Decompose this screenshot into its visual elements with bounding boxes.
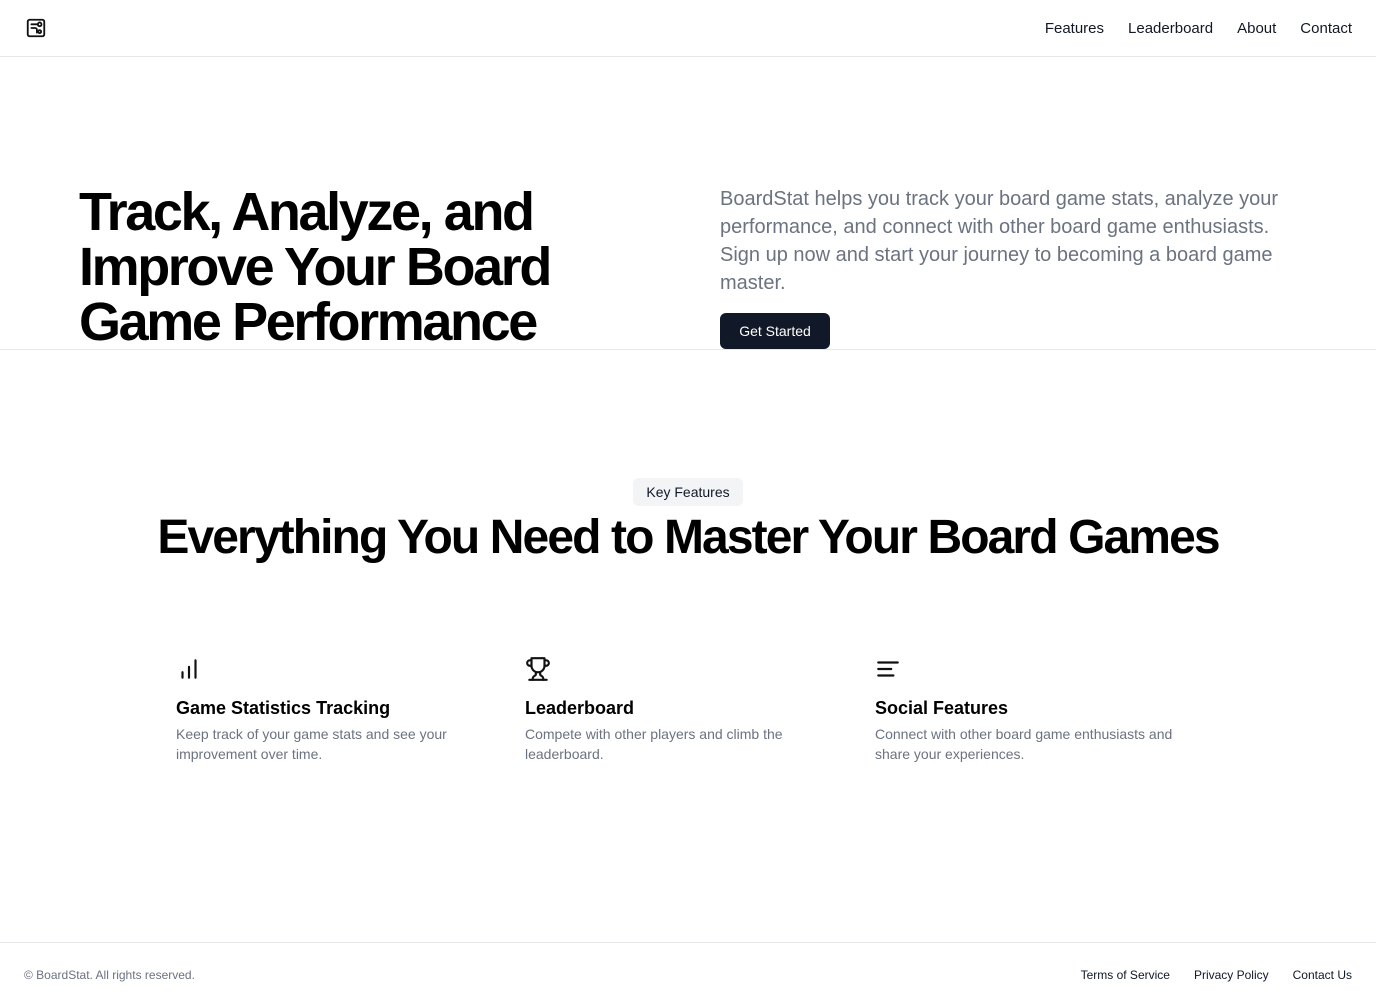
get-started-button[interactable]: Get Started bbox=[720, 313, 830, 349]
nav-link-features[interactable]: Features bbox=[1045, 20, 1104, 37]
hero-description: BoardStat helps you track your board gam… bbox=[720, 188, 1279, 294]
features-title: Everything You Need to Master Your Board… bbox=[157, 511, 1220, 564]
footer-link-terms[interactable]: Terms of Service bbox=[1081, 968, 1170, 982]
footer-link-privacy[interactable]: Privacy Policy bbox=[1194, 968, 1269, 982]
feature-description: Keep track of your game stats and see yo… bbox=[176, 726, 447, 762]
nav-link-leaderboard[interactable]: Leaderboard bbox=[1128, 20, 1213, 37]
feature-card-statistics: Game Statistics Tracking Keep track of y… bbox=[176, 656, 496, 764]
feature-description: Compete with other players and climb the… bbox=[525, 726, 783, 762]
copyright-text: © BoardStat. All rights reserved. bbox=[24, 968, 195, 982]
site-footer: © BoardStat. All rights reserved. Terms … bbox=[0, 942, 1376, 1007]
footer-link-contact[interactable]: Contact Us bbox=[1293, 968, 1352, 982]
main-nav: Features Leaderboard About Contact bbox=[1045, 20, 1352, 37]
text-lines-icon bbox=[877, 661, 899, 677]
trophy-icon bbox=[526, 657, 550, 681]
nav-link-contact[interactable]: Contact bbox=[1300, 20, 1352, 37]
feature-description: Connect with other board game enthusiast… bbox=[875, 726, 1173, 762]
hero-title: Track, Analyze, and Improve Your Board G… bbox=[79, 182, 552, 352]
site-header: Features Leaderboard About Contact bbox=[0, 0, 1376, 57]
feature-title: Leaderboard bbox=[525, 698, 635, 718]
feature-card-social: Social Features Connect with other board… bbox=[875, 656, 1195, 764]
key-features-badge: Key Features bbox=[633, 478, 743, 506]
board-game-logo-icon[interactable] bbox=[24, 16, 48, 40]
feature-title: Game Statistics Tracking bbox=[176, 698, 391, 718]
hero-section: Track, Analyze, and Improve Your Board G… bbox=[0, 57, 1376, 350]
feature-card-leaderboard: Leaderboard Compete with other players a… bbox=[525, 656, 845, 764]
feature-title: Social Features bbox=[875, 698, 1009, 718]
footer-links: Terms of Service Privacy Policy Contact … bbox=[1081, 968, 1352, 982]
bar-chart-icon bbox=[181, 659, 197, 679]
nav-link-about[interactable]: About bbox=[1237, 20, 1276, 37]
page: Features Leaderboard About Contact Track… bbox=[0, 0, 1376, 1007]
